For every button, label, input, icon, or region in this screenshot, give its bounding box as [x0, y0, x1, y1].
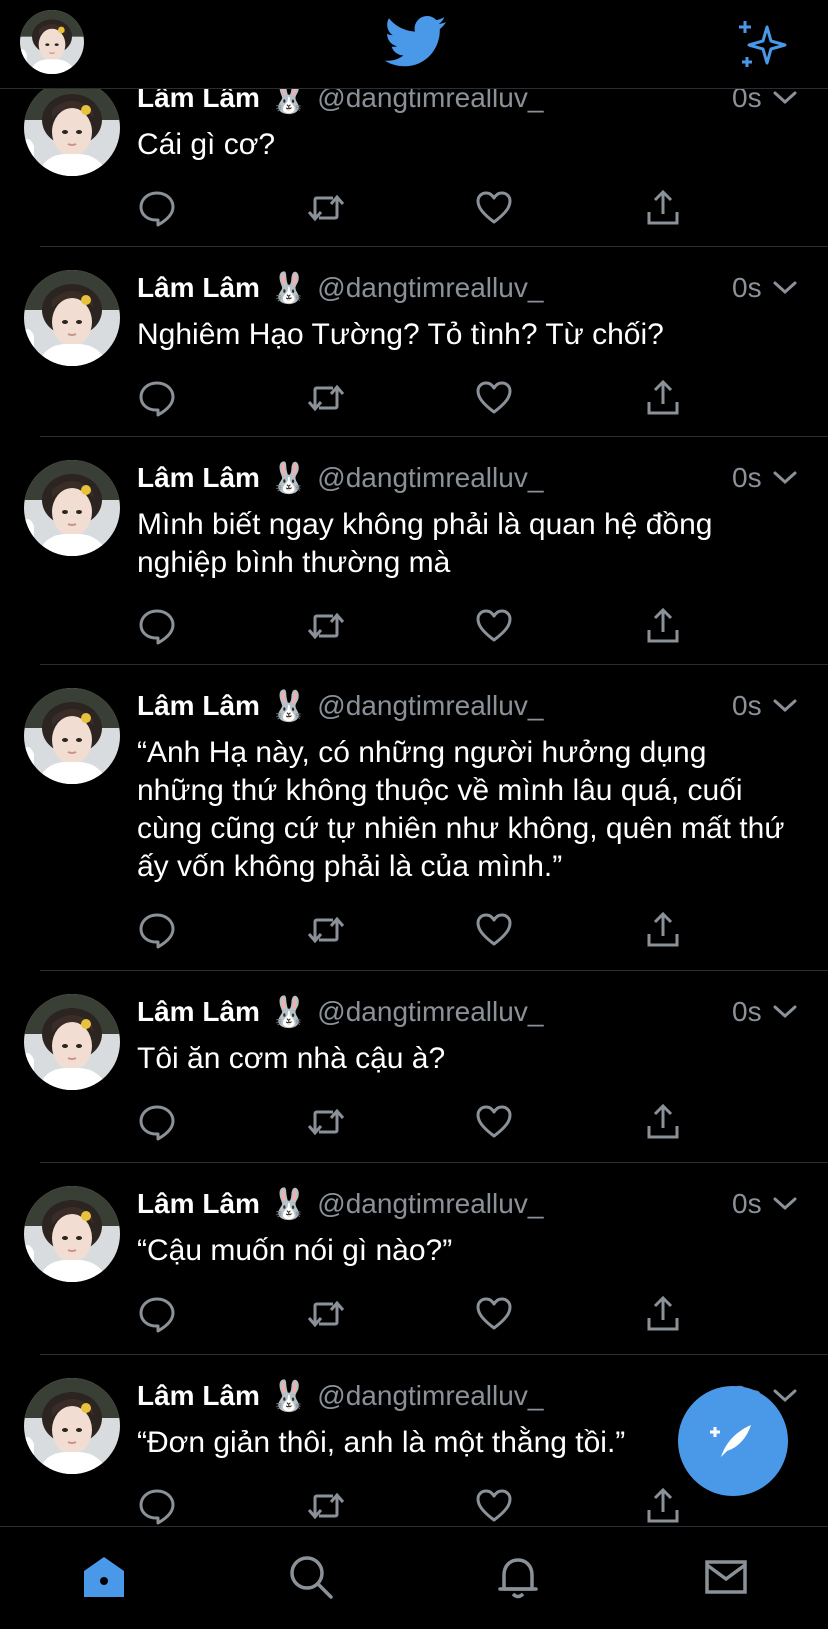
divider: [40, 1162, 828, 1163]
divider: [40, 1354, 828, 1355]
reply-icon[interactable]: [137, 910, 177, 950]
reply-icon[interactable]: [137, 1294, 177, 1334]
search-icon[interactable]: [287, 1553, 335, 1601]
retweet-icon[interactable]: [306, 910, 346, 950]
share-icon[interactable]: [643, 1102, 683, 1142]
retweet-icon[interactable]: [306, 1486, 346, 1526]
tweet-author-name[interactable]: Lâm Lâm: [137, 272, 260, 304]
twitter-bird-icon: [385, 16, 446, 67]
chevron-down-icon[interactable]: [772, 1388, 798, 1404]
tweet-timestamp: 0s: [732, 996, 762, 1027]
tweet-timestamp: 0s: [732, 690, 762, 721]
retweet-icon[interactable]: [306, 606, 346, 646]
reply-icon[interactable]: [137, 188, 177, 228]
timeline-feed[interactable]: Lâm Lâm 🐰 @dangtimrealluv_ 0s Cái gì cơ?…: [0, 0, 828, 1526]
tweet-author-handle[interactable]: @dangtimrealluv_: [317, 690, 543, 722]
chevron-down-icon[interactable]: [772, 698, 798, 714]
reply-icon[interactable]: [137, 606, 177, 646]
like-icon[interactable]: [474, 1294, 514, 1334]
tweet-text: Mình biết ngay không phải là quan hệ đồn…: [137, 508, 713, 579]
tweet-timestamp: 0s: [732, 462, 762, 493]
share-icon[interactable]: [643, 910, 683, 950]
tweet-author-name[interactable]: Lâm Lâm: [137, 996, 260, 1028]
tweet-author-name[interactable]: Lâm Lâm: [137, 690, 260, 722]
tweet-author-handle[interactable]: @dangtimrealluv_: [317, 1380, 543, 1412]
reply-icon[interactable]: [137, 1486, 177, 1526]
tweet-text: “Cậu muốn nói gì nào?”: [137, 1234, 453, 1267]
reply-icon[interactable]: [137, 1102, 177, 1142]
retweet-icon[interactable]: [306, 378, 346, 418]
compose-tweet-button[interactable]: [678, 1386, 788, 1496]
share-icon[interactable]: [643, 188, 683, 228]
avatar[interactable]: [24, 80, 120, 176]
tweet-text: Cái gì cơ?: [137, 128, 276, 161]
tweet-author-handle[interactable]: @dangtimrealluv_: [317, 272, 543, 304]
rabbit-emoji: 🐰: [269, 689, 308, 723]
top-bar: [0, 0, 828, 89]
chevron-down-icon[interactable]: [772, 1196, 798, 1212]
chevron-down-icon[interactable]: [772, 280, 798, 296]
home-icon[interactable]: [80, 1553, 128, 1601]
avatar[interactable]: [24, 460, 120, 556]
tweet-author-name[interactable]: Lâm Lâm: [137, 462, 260, 494]
like-icon[interactable]: [474, 910, 514, 950]
tweet-text: Tôi ăn cơm nhà cậu à?: [137, 1042, 446, 1075]
rabbit-emoji: 🐰: [269, 271, 308, 305]
divider: [40, 664, 828, 665]
bottom-nav: [0, 1526, 828, 1629]
share-icon[interactable]: [643, 606, 683, 646]
compose-feather-icon: [710, 1425, 751, 1457]
like-icon[interactable]: [474, 1486, 514, 1526]
rabbit-emoji: 🐰: [269, 461, 308, 495]
rabbit-emoji: 🐰: [269, 1187, 308, 1221]
notifications-icon[interactable]: [494, 1553, 542, 1601]
tweet-author-handle[interactable]: @dangtimrealluv_: [317, 1188, 543, 1220]
like-icon[interactable]: [474, 606, 514, 646]
tweet-text: “Anh Hạ này, có những người hưởng dụng n…: [137, 736, 785, 883]
like-icon[interactable]: [474, 378, 514, 418]
avatar[interactable]: [24, 1186, 120, 1282]
like-icon[interactable]: [474, 188, 514, 228]
chevron-down-icon[interactable]: [772, 1004, 798, 1020]
messages-icon[interactable]: [702, 1553, 750, 1601]
profile-avatar[interactable]: [20, 10, 84, 74]
rabbit-emoji: 🐰: [269, 1379, 308, 1413]
tweet-author-handle[interactable]: @dangtimrealluv_: [317, 462, 543, 494]
divider: [40, 436, 828, 437]
tweet-timestamp: 0s: [732, 272, 762, 303]
like-icon[interactable]: [474, 1102, 514, 1142]
rabbit-emoji: 🐰: [269, 995, 308, 1029]
tweet-author-handle[interactable]: @dangtimrealluv_: [317, 996, 543, 1028]
tweet-author-name[interactable]: Lâm Lâm: [137, 1380, 260, 1412]
share-icon[interactable]: [643, 378, 683, 418]
share-icon[interactable]: [643, 1486, 683, 1526]
share-icon[interactable]: [643, 1294, 683, 1334]
sparkle-icon[interactable]: [737, 17, 791, 71]
retweet-icon[interactable]: [306, 1294, 346, 1334]
retweet-icon[interactable]: [306, 1102, 346, 1142]
avatar[interactable]: [24, 1378, 120, 1474]
avatar[interactable]: [24, 994, 120, 1090]
chevron-down-icon[interactable]: [772, 90, 798, 106]
retweet-icon[interactable]: [306, 188, 346, 228]
avatar[interactable]: [24, 270, 120, 366]
chevron-down-icon[interactable]: [772, 470, 798, 486]
divider: [40, 246, 828, 247]
tweet-author-name[interactable]: Lâm Lâm: [137, 1188, 260, 1220]
tweet-timestamp: 0s: [732, 1188, 762, 1219]
avatar[interactable]: [24, 688, 120, 784]
divider: [40, 970, 828, 971]
tweet-text: Nghiêm Hạo Tường? Tỏ tình? Từ chối?: [137, 318, 664, 351]
reply-icon[interactable]: [137, 378, 177, 418]
